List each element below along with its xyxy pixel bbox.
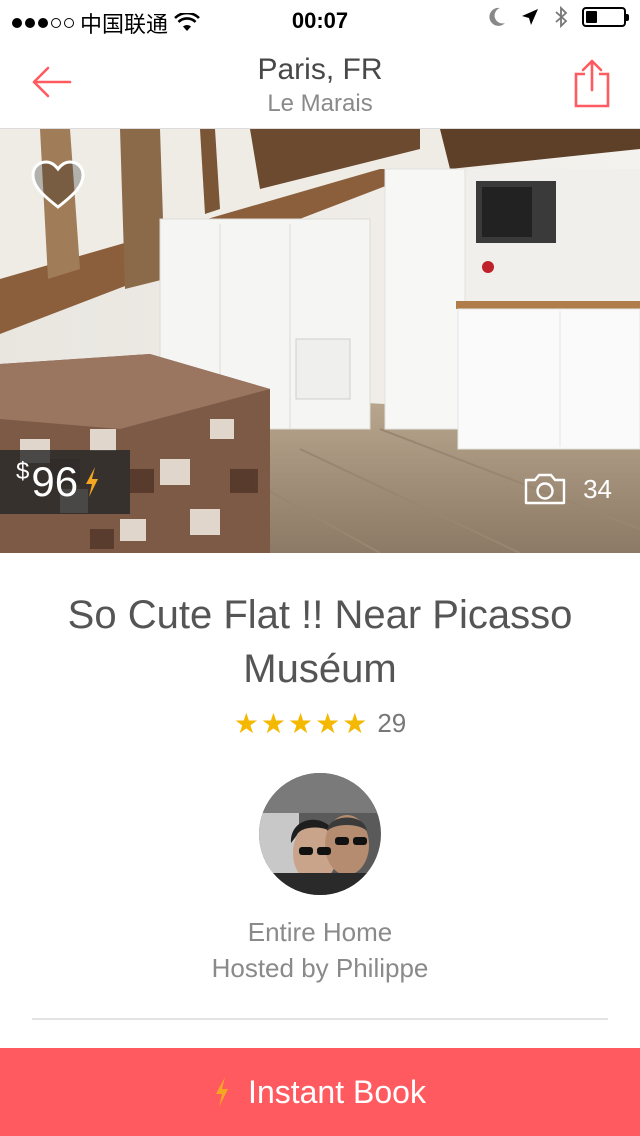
share-icon bbox=[574, 59, 610, 108]
photo-count-label: 34 bbox=[583, 473, 612, 504]
share-button[interactable] bbox=[572, 58, 612, 110]
photo-count[interactable]: 34 bbox=[523, 472, 612, 506]
price-currency: $ bbox=[16, 458, 30, 485]
instant-book-label: Instant Book bbox=[248, 1073, 426, 1110]
lightning-bolt-icon bbox=[216, 1077, 229, 1107]
listing-title: So Cute Flat !! Near Picasso Muséum bbox=[67, 593, 573, 691]
star-rating: ★ ★ ★ ★ ★ bbox=[233, 707, 368, 739]
review-count: 29 bbox=[377, 708, 407, 738]
camera-icon bbox=[524, 473, 566, 505]
favorite-button[interactable] bbox=[30, 159, 86, 211]
status-bar: 中国联通 00:07 bbox=[0, 0, 640, 40]
rating-row[interactable]: ★ ★ ★ ★ ★ 29 bbox=[0, 708, 640, 739]
host-avatar[interactable] bbox=[259, 773, 381, 895]
star-icon: ★ bbox=[260, 707, 286, 739]
city-title: Paris, FR bbox=[257, 53, 383, 86]
moon-icon bbox=[489, 7, 505, 26]
star-icon: ★ bbox=[287, 707, 314, 739]
instant-book-button[interactable]: Instant Book bbox=[0, 1048, 640, 1136]
room-type: Entire Home bbox=[247, 917, 393, 947]
heart-icon bbox=[31, 160, 85, 209]
listing-photo[interactable]: $ 96 34 bbox=[0, 129, 640, 553]
star-icon: ★ bbox=[233, 707, 259, 739]
price-value: 96 bbox=[31, 458, 79, 505]
status-icons bbox=[488, 6, 629, 28]
navigation-bar: Paris, FR Le Marais bbox=[0, 40, 640, 129]
bluetooth-icon bbox=[555, 6, 568, 28]
neighborhood-subtitle: Le Marais bbox=[267, 90, 373, 117]
host-name: Hosted by Philippe bbox=[211, 953, 429, 983]
instant-book-bolt-icon bbox=[86, 467, 99, 497]
location-arrow-icon bbox=[522, 9, 538, 25]
battery-icon bbox=[582, 7, 629, 27]
price-tag: $ 96 bbox=[0, 450, 130, 514]
host-photo bbox=[259, 773, 381, 895]
star-icon: ★ bbox=[342, 707, 368, 739]
divider bbox=[32, 1018, 608, 1020]
star-icon: ★ bbox=[315, 707, 341, 739]
